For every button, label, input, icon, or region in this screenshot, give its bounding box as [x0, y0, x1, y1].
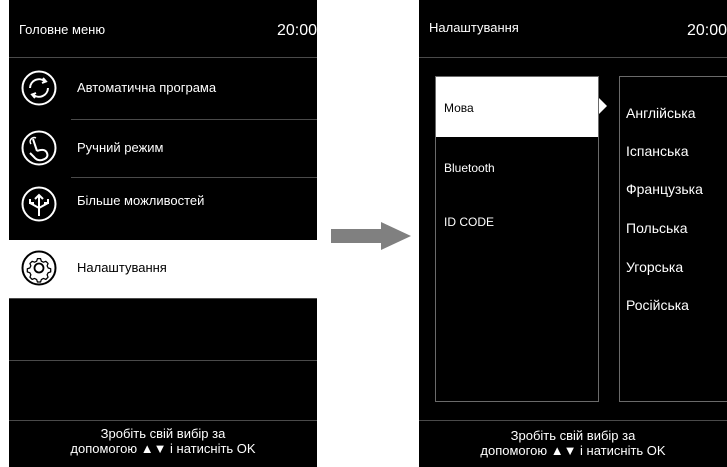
directions-icon — [21, 186, 57, 222]
settings-title: Налаштування — [429, 20, 519, 35]
main-menu-screen: Головне меню 20:00 Автоматична програма … — [9, 0, 317, 467]
menu-item-label: Налаштування — [77, 260, 167, 275]
hand-icon — [21, 130, 57, 166]
settings-item-label: ID CODE — [444, 215, 495, 229]
divider — [419, 420, 727, 421]
menu-item-manual-mode[interactable]: Ручний режим — [9, 120, 317, 178]
language-option[interactable]: Російська — [626, 297, 689, 313]
language-option[interactable]: Іспанська — [626, 143, 689, 159]
settings-item-id-code[interactable]: ID CODE — [436, 191, 598, 251]
settings-item-language[interactable]: Мова — [436, 77, 598, 137]
arrow-right-icon — [331, 222, 411, 250]
language-option[interactable]: Польська — [626, 220, 688, 236]
language-option[interactable]: Французька — [626, 181, 703, 197]
menu-item-label: Автоматична програма — [77, 80, 217, 95]
menu-item-more-options[interactable]: Більше можливостей — [9, 176, 317, 234]
footer-hint-line2: допомогою ▲▼ і натисніть OK — [70, 441, 256, 456]
language-option[interactable]: Угорська — [626, 259, 683, 275]
main-menu-title: Головне меню — [19, 22, 106, 37]
menu-item-settings[interactable]: Налаштування — [9, 240, 317, 298]
settings-item-label: Мова — [444, 101, 474, 115]
language-options-panel: Англійська Іспанська Французька Польська… — [619, 76, 727, 402]
settings-item-bluetooth[interactable]: Bluetooth — [436, 137, 598, 197]
footer-hint: Зробіть свій вибір за допомогою ▲▼ і нат… — [9, 426, 317, 456]
settings-item-label: Bluetooth — [444, 161, 495, 175]
clock: 20:00 — [686, 22, 727, 39]
menu-item-auto-program[interactable]: Автоматична програма — [9, 60, 317, 118]
selection-pointer-icon — [599, 98, 607, 114]
settings-screen: Налаштування 20:00 Мова Bluetooth ID COD… — [419, 0, 727, 467]
auto-program-icon — [21, 70, 57, 106]
gear-icon — [21, 250, 57, 286]
divider — [9, 57, 317, 58]
footer-hint: Зробіть свій вибір за допомогою ▲▼ і нат… — [419, 428, 727, 458]
divider — [9, 420, 317, 421]
menu-item-label: Більше можливостей — [77, 193, 205, 208]
divider — [9, 298, 317, 299]
footer-hint-line1: Зробіть свій вибір за — [510, 428, 636, 443]
menu-item-label: Ручний режим — [77, 140, 164, 155]
footer-hint-line2: допомогою ▲▼ і натисніть OK — [480, 443, 666, 458]
settings-list-panel: Мова Bluetooth ID CODE — [435, 76, 599, 402]
divider — [419, 57, 727, 58]
clock: 20:00 — [276, 22, 317, 39]
divider — [9, 360, 317, 361]
language-option[interactable]: Англійська — [626, 105, 695, 121]
footer-hint-line1: Зробіть свій вибір за — [100, 426, 226, 441]
